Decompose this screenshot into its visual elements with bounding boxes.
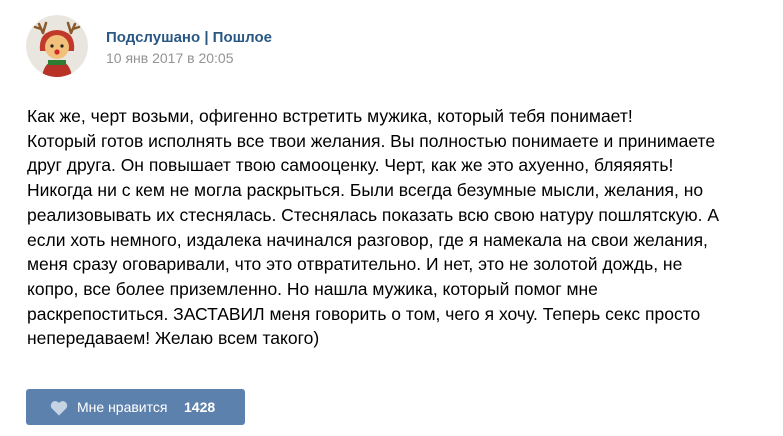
post-text-line: меня сразу оговаривали, что это отвратит… (27, 254, 683, 275)
post-text-line: раскрепоститься. ЗАСТАВИЛ меня говорить … (27, 303, 701, 324)
post-author-link[interactable]: Подслушано | Пошлое (106, 29, 272, 46)
reindeer-girl-avatar-icon (26, 15, 88, 77)
author-avatar[interactable] (26, 15, 88, 77)
post-text-line: Который готов исполнять все твои желания… (27, 130, 716, 151)
post-text-line: друг друга. Он повышает твою самооценку.… (27, 155, 674, 176)
post-text-line: если хоть немного, издалека начинался ра… (27, 229, 708, 250)
like-label: Мне нравится (77, 399, 168, 415)
post-text-line: копро, все более приземленно. Но нашла м… (27, 278, 598, 299)
like-count: 1428 (184, 399, 216, 415)
post-text-line: Как же, черт возьми, офигенно встретить … (27, 106, 633, 126)
post-text-line: непередаваем! Желаю всем такого) (27, 328, 320, 349)
post-text: Как же, черт возьми, офигенно встретить … (27, 104, 767, 351)
like-button[interactable]: Мне нравится 1428 (26, 389, 245, 425)
post-date[interactable]: 10 янв 2017 в 20:05 (106, 50, 234, 66)
post-text-line: реализовывать их стеснялась. Стеснялась … (27, 204, 720, 225)
heart-icon (50, 401, 68, 416)
post-text-line: Никогда ни с кем не могла раскрыться. Бы… (27, 180, 704, 201)
